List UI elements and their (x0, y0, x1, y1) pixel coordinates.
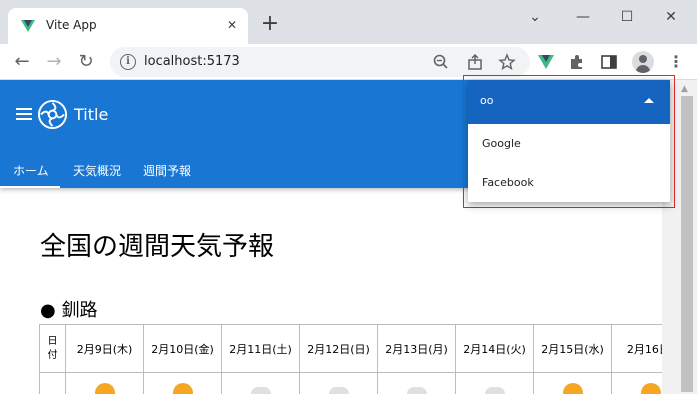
vue-devtools-icon[interactable] (536, 52, 556, 72)
table-row (39, 372, 690, 394)
zoom-icon[interactable] (432, 53, 450, 71)
date-header: 2月15日(水) (533, 324, 612, 373)
sun-icon (640, 383, 661, 394)
table-header-row: 日付 2月9日(木) 2月10日(金) 2月11日(土) 2月12日(日) 2月… (39, 324, 690, 373)
weather-cell (299, 372, 378, 394)
cloud-icon (250, 387, 271, 394)
menu-item-google[interactable]: Google (482, 137, 521, 150)
app-title: Title (74, 105, 109, 124)
cloud-icon (406, 387, 427, 394)
app-logo-icon (37, 99, 68, 130)
cloud-icon (484, 387, 505, 394)
weekly-forecast-table: 日付 2月9日(木) 2月10日(金) 2月11日(土) 2月12日(日) 2月… (39, 324, 690, 394)
vite-favicon-icon (21, 20, 35, 32)
address-bar[interactable]: i localhost:5173 (110, 47, 530, 77)
date-header: 2月11日(土) (221, 324, 300, 373)
chevron-up-icon[interactable] (644, 98, 654, 103)
close-window-button[interactable]: ✕ (656, 6, 686, 28)
scrollbar-thumb[interactable] (681, 96, 693, 392)
tab-close-icon[interactable]: ✕ (224, 17, 240, 33)
browser-window: Vite App ✕ + ⌄ — ☐ ✕ ← → ↻ i localhost:5… (0, 0, 697, 394)
sidepanel-icon[interactable] (599, 52, 619, 72)
share-icon[interactable] (466, 53, 484, 71)
dropdown-selected: oo (480, 94, 494, 107)
scroll-up-icon[interactable]: ▲ (681, 84, 688, 94)
date-header: 2月14日(火) (455, 324, 534, 373)
sun-icon (94, 383, 115, 394)
sun-icon (562, 383, 583, 394)
tab-search-icon[interactable]: ⌄ (520, 6, 550, 28)
cloud-icon (328, 387, 349, 394)
tab-weekly-forecast[interactable]: 週間予報 (143, 162, 191, 179)
star-icon[interactable] (498, 53, 516, 71)
back-button[interactable]: ← (10, 50, 34, 74)
tab-weather-overview[interactable]: 天気概況 (73, 162, 121, 179)
reload-button[interactable]: ↻ (74, 50, 98, 74)
puzzle-icon[interactable] (567, 52, 587, 72)
weather-cell (533, 372, 612, 394)
weather-cell (221, 372, 300, 394)
dropdown-header[interactable]: oo (468, 80, 670, 124)
maximize-button[interactable]: ☐ (612, 6, 642, 28)
row-label-cell (39, 372, 66, 394)
date-header: 2月12日(日) (299, 324, 378, 373)
city-name: 釧路 (61, 300, 98, 321)
minimize-button[interactable]: — (568, 6, 598, 28)
weather-cell (455, 372, 534, 394)
weather-cell (143, 372, 222, 394)
site-info-icon[interactable]: i (120, 54, 136, 70)
page-heading: 全国の週間天気予報 (40, 232, 275, 262)
tab-title: Vite App (46, 18, 97, 32)
sun-icon (172, 383, 193, 394)
weather-cell (65, 372, 144, 394)
tab-home[interactable]: ホーム (13, 162, 49, 179)
bullet-icon: ● (40, 300, 56, 321)
date-header: 2月9日(木) (65, 324, 144, 373)
dropdown-menu: oo Google Facebook (468, 80, 670, 202)
menu-icon[interactable] (16, 108, 32, 122)
new-tab-button[interactable]: + (258, 12, 282, 36)
tab-strip: Vite App ✕ + ⌄ — ☐ ✕ (0, 0, 697, 44)
more-menu-icon[interactable]: ⋮ (666, 52, 686, 72)
date-header: 2月13日(月) (377, 324, 456, 373)
url-text[interactable]: localhost:5173 (144, 54, 240, 69)
date-column-header: 日付 (39, 324, 66, 373)
forward-button[interactable]: → (42, 50, 66, 74)
menu-item-facebook[interactable]: Facebook (482, 176, 534, 189)
profile-avatar[interactable] (632, 51, 654, 73)
active-tab-indicator (0, 186, 60, 188)
weather-cell (377, 372, 456, 394)
browser-tab[interactable]: Vite App ✕ (8, 8, 248, 44)
date-header: 2月10日(金) (143, 324, 222, 373)
city-heading: ● 釧路 (40, 296, 97, 322)
